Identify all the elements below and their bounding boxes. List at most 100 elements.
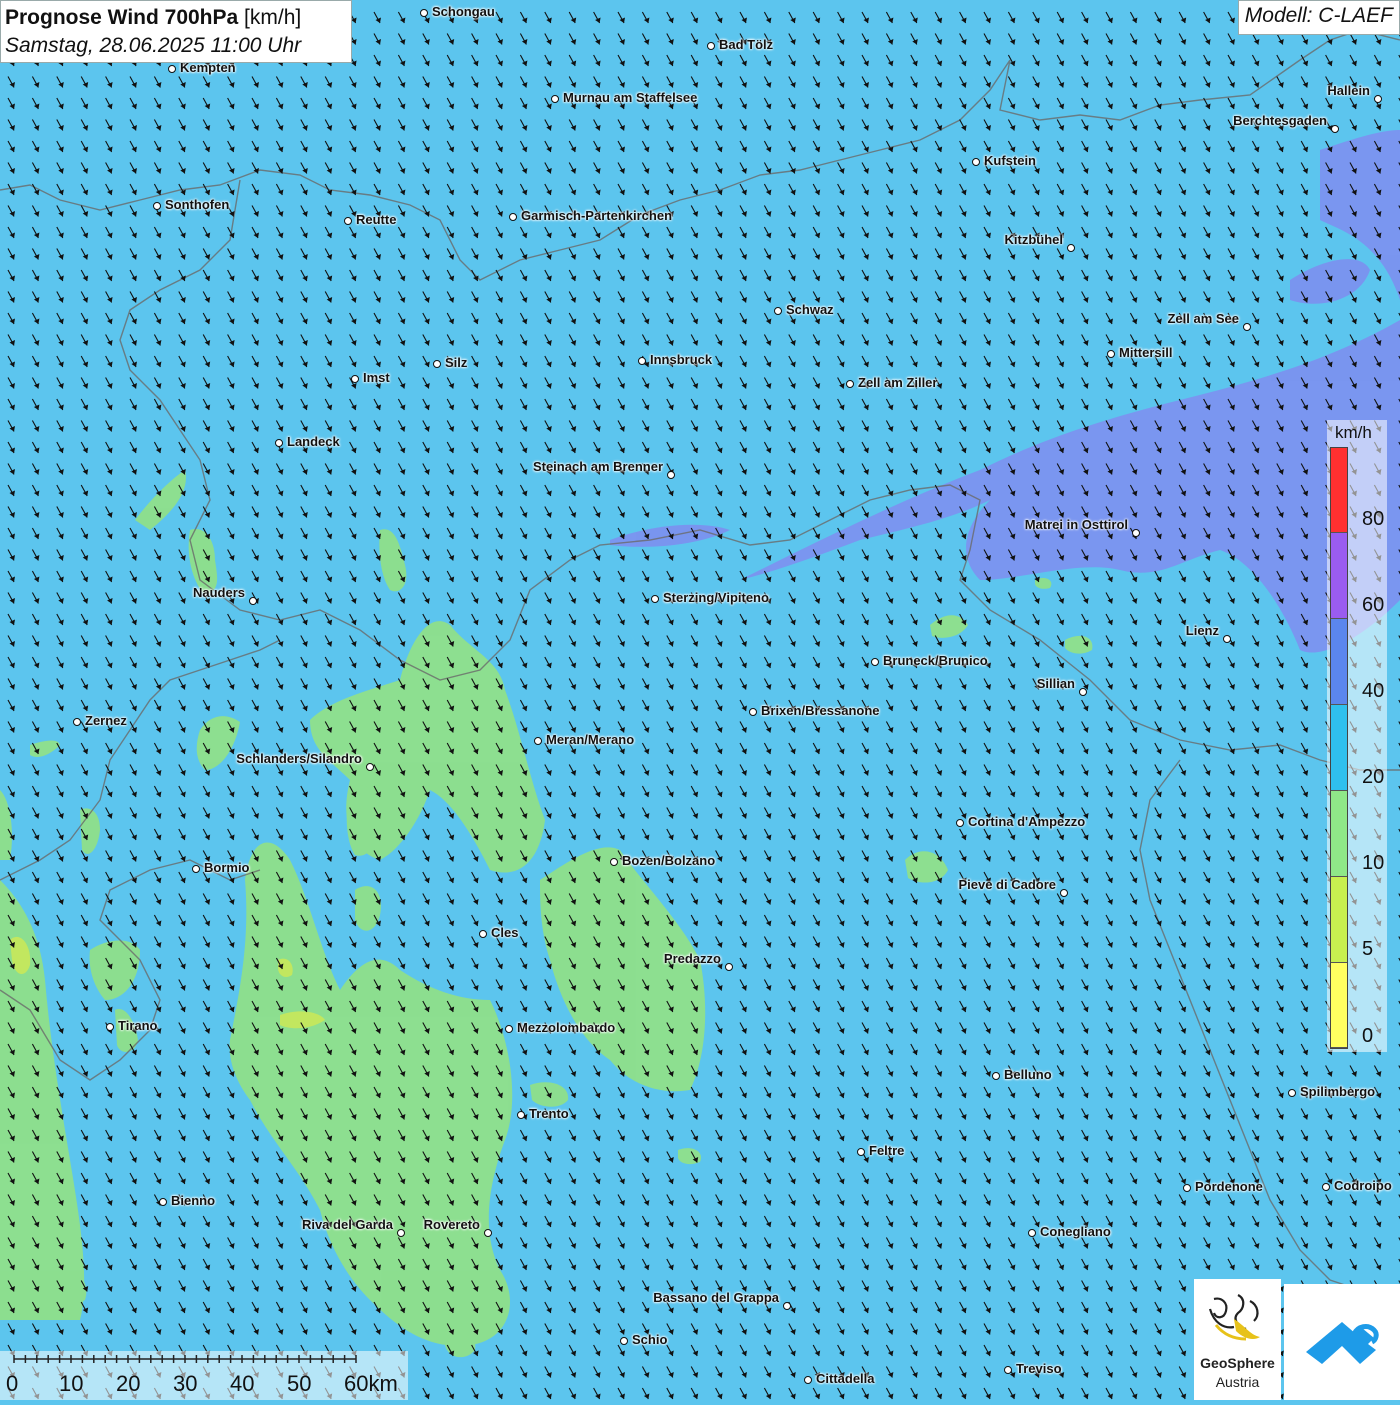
app-arrow-icon <box>1306 1322 1379 1364</box>
city-label: Predazzo <box>663 951 721 966</box>
city-label: Brixen/Bressanone <box>761 703 880 718</box>
city-marker <box>638 357 646 365</box>
city-label: Landeck <box>287 434 340 449</box>
city-label: Reutte <box>356 212 397 227</box>
city-marker <box>1132 529 1140 537</box>
color-legend: km/h 80 60 40 20 10 5 0 <box>1327 420 1387 1052</box>
scale-label: 60km <box>344 1371 398 1396</box>
app-logo[interactable] <box>1284 1284 1400 1400</box>
city-marker <box>1223 635 1231 643</box>
city-label: Kufstein <box>984 153 1036 168</box>
city-marker <box>749 708 757 716</box>
city-marker <box>707 42 715 50</box>
city-label: Imst <box>363 370 390 385</box>
city-marker <box>484 1229 492 1237</box>
city-marker <box>774 307 782 315</box>
legend-bar <box>1330 447 1348 1049</box>
title-box: Prognose Wind 700hPa [km/h] Samstag, 28.… <box>0 0 352 63</box>
city-label: Nauders <box>192 585 245 600</box>
city-marker <box>1288 1089 1296 1097</box>
geosphere-country: Austria <box>1215 1374 1260 1390</box>
city-marker <box>1374 95 1382 103</box>
city-label: Cles <box>491 925 519 940</box>
city-label: Zell am See <box>1167 311 1239 326</box>
city-label: Innsbruck <box>650 352 713 367</box>
city-marker <box>1060 889 1068 897</box>
city-marker <box>168 65 176 73</box>
city-label: Cortina d'Ampezzo <box>968 814 1086 829</box>
legend-tick-label: 5 <box>1362 938 1374 960</box>
legend-unit: km/h <box>1335 423 1372 442</box>
legend-tick-label: 10 <box>1362 852 1385 874</box>
city-label: Codroipo <box>1334 1178 1392 1193</box>
city-label: Bormio <box>204 860 250 875</box>
city-label: Riva del Garda <box>301 1217 393 1232</box>
city-label: Zell am Ziller <box>858 375 938 390</box>
city-label: Trento <box>529 1106 569 1121</box>
city-label: Zernez <box>85 713 127 728</box>
scale-label: 40 <box>230 1371 255 1396</box>
city-label: Treviso <box>1016 1361 1062 1376</box>
legend-band <box>1331 877 1347 963</box>
legend-band <box>1331 963 1347 1048</box>
city-label: Belluno <box>1004 1067 1052 1082</box>
city-marker <box>344 217 352 225</box>
city-label: Bienno <box>171 1193 216 1208</box>
legend-band <box>1331 619 1347 705</box>
city-marker <box>857 1148 865 1156</box>
legend-band <box>1331 791 1347 877</box>
city-marker <box>1067 244 1075 252</box>
city-label: Steinach am Brenner <box>532 459 663 474</box>
city-label: Lienz <box>1185 623 1219 638</box>
city-label: Schwaz <box>786 302 834 317</box>
city-marker <box>846 380 854 388</box>
title-bold: Prognose Wind 700hPa <box>5 6 239 29</box>
city-marker <box>1004 1366 1012 1374</box>
scale-bar: 0 10 20 30 40 50 60km <box>0 1351 408 1400</box>
city-marker <box>1331 125 1339 133</box>
legend-tick-label: 60 <box>1362 594 1385 616</box>
city-marker <box>804 1376 812 1384</box>
city-label: Garmisch-Partenkirchen <box>521 208 673 223</box>
geosphere-emblem-icon <box>1208 1294 1260 1341</box>
city-label: Silz <box>445 355 468 370</box>
city-marker <box>509 213 517 221</box>
city-marker <box>106 1023 114 1031</box>
city-marker <box>397 1229 405 1237</box>
city-marker <box>73 718 81 726</box>
city-marker <box>725 963 733 971</box>
city-label: Bozen/Bolzano <box>622 853 716 868</box>
city-label: Sillian <box>1036 676 1075 691</box>
city-marker <box>479 930 487 938</box>
city-marker <box>366 763 374 771</box>
geosphere-logo[interactable]: GeoSphere Austria <box>1194 1279 1281 1400</box>
city-label: Bad Tölz <box>719 37 774 52</box>
forecast-time: Samstag, 28.06.2025 11:00 Uhr <box>5 34 302 57</box>
city-label: Pieve di Cadore <box>958 877 1056 892</box>
city-marker <box>534 737 542 745</box>
city-label: Spilimbergo <box>1300 1084 1376 1099</box>
city-marker <box>1243 323 1251 331</box>
city-label: Mittersill <box>1119 345 1173 360</box>
city-marker <box>972 158 980 166</box>
legend-tick-label: 20 <box>1362 766 1385 788</box>
legend-tick-label: 40 <box>1362 680 1385 702</box>
title-unit: [km/h] <box>244 6 302 29</box>
city-marker <box>871 658 879 666</box>
city-label: Schongau <box>432 4 495 19</box>
city-marker <box>1322 1183 1330 1191</box>
city-label: Schlanders/Silandro <box>236 751 362 766</box>
legend-tick-label: 0 <box>1362 1025 1374 1047</box>
legend-band <box>1331 533 1347 619</box>
city-label: Cittadella <box>816 1371 875 1386</box>
city-marker <box>1079 688 1087 696</box>
city-marker <box>1183 1184 1191 1192</box>
city-label: Tirano <box>118 1018 158 1033</box>
city-marker <box>153 202 161 210</box>
city-label: Schio <box>632 1332 668 1347</box>
city-label: Feltre <box>869 1143 905 1158</box>
city-marker <box>1028 1229 1036 1237</box>
geosphere-name: GeoSphere <box>1200 1355 1275 1371</box>
city-label: Bruneck/Brunico <box>883 653 988 668</box>
legend-band <box>1331 448 1347 533</box>
